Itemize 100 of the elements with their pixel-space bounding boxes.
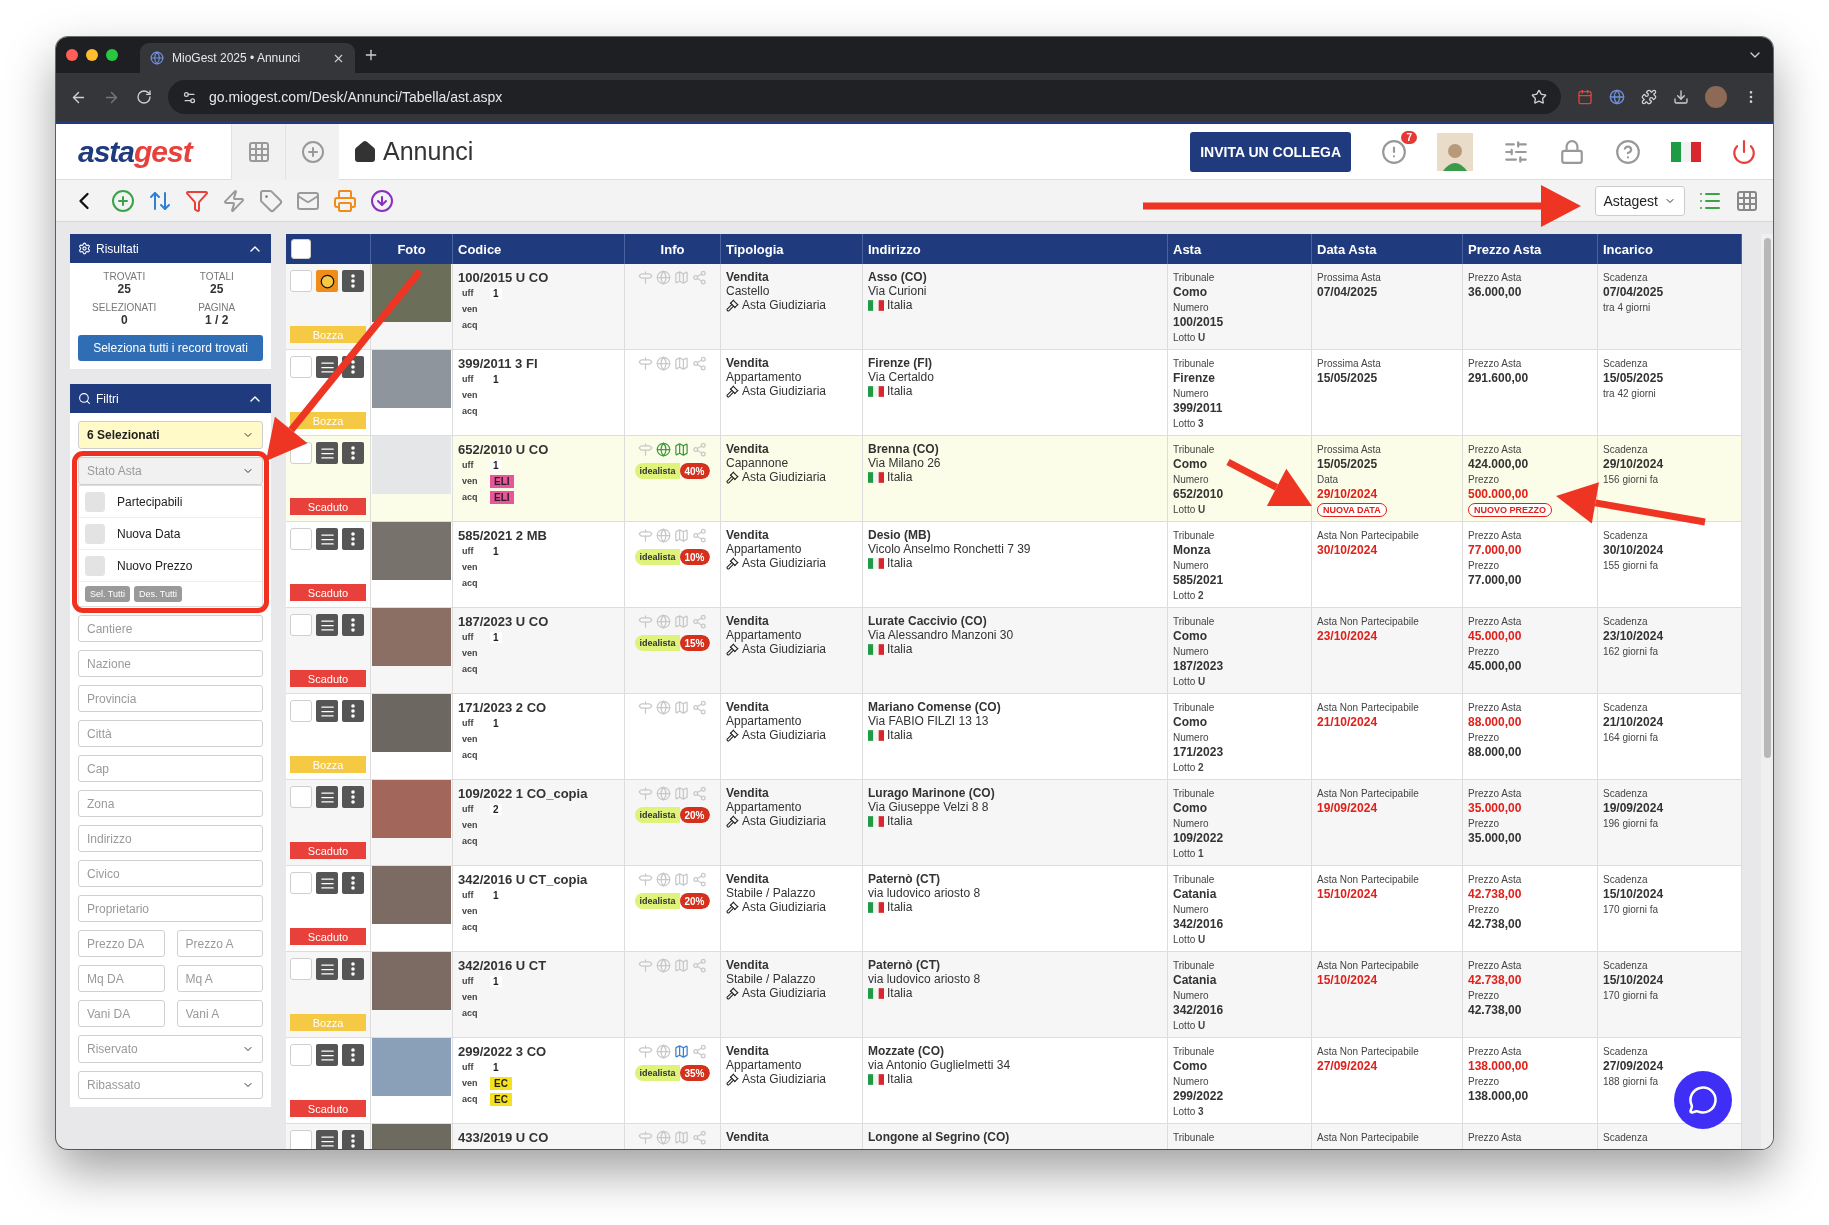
more-button[interactable] [342,872,364,894]
share-icon[interactable] [692,872,707,887]
selection-dropdown[interactable]: 6 Selezionati [78,421,263,449]
bookmark-icon[interactable] [1531,89,1547,105]
sliders-icon[interactable] [1503,138,1529,165]
globe-icon[interactable] [656,872,671,887]
input-field[interactable]: Vani A [176,1000,263,1027]
bolt-icon[interactable] [222,188,246,213]
share-icon[interactable] [692,1130,707,1145]
share-icon[interactable] [692,442,707,457]
share-icon[interactable] [692,614,707,629]
share-icon[interactable] [692,528,707,543]
input-field[interactable]: Provincia [78,685,263,712]
grid-view-icon[interactable] [1735,188,1759,213]
input-field[interactable]: Proprietario [78,895,263,922]
input-field[interactable]: Prezzo DA [78,930,165,957]
signpost-icon[interactable] [638,786,653,801]
minimize-window-button[interactable] [86,49,98,61]
more-button[interactable] [342,1044,364,1066]
checkbox[interactable] [290,356,312,378]
input-field[interactable]: Civico [78,860,263,887]
option-label[interactable]: Partecipabili [117,494,183,509]
input-field[interactable]: Cap [78,755,263,782]
checkbox[interactable] [290,270,312,292]
panel-header[interactable]: Risultati [70,234,271,263]
alert-icon[interactable] [1381,138,1407,165]
checkbox[interactable] [290,958,312,980]
signpost-icon[interactable] [638,872,653,887]
photo-placeholder[interactable] [372,264,451,322]
column-header[interactable]: Indirizzo [868,241,921,257]
more-button[interactable] [342,528,364,550]
table-row[interactable] [286,1038,1742,1124]
checkbox[interactable] [291,239,311,259]
extension-icon[interactable] [1609,89,1625,105]
table-row[interactable] [286,952,1742,1038]
profile-avatar[interactable] [1705,86,1727,108]
apps-button[interactable] [231,123,285,180]
help-icon[interactable] [1615,138,1641,165]
map-icon[interactable] [674,700,689,715]
row-action-button[interactable] [316,1044,338,1066]
more-button[interactable] [342,700,364,722]
input-field[interactable]: Prezzo A [176,930,263,957]
listing-code[interactable]: 433/2019 U CO [458,1130,619,1145]
table-row[interactable] [286,608,1742,694]
checkbox[interactable] [290,1044,312,1066]
select-all-button[interactable]: Seleziona tutti i record trovati [78,335,263,361]
row-action-button[interactable] [316,958,338,980]
column-header[interactable]: Prezzo Asta [1468,241,1542,257]
signpost-icon[interactable] [638,442,653,457]
new-tab-icon[interactable] [363,47,379,63]
table-row[interactable] [286,436,1742,522]
lock-icon[interactable] [1559,138,1585,165]
input-field[interactable]: Mq DA [78,965,165,992]
extension-icon[interactable] [1577,89,1593,105]
column-header[interactable]: Tipologia [726,241,784,257]
tag-icon[interactable] [259,188,283,213]
share-icon[interactable] [692,270,707,285]
globe-icon[interactable] [656,786,671,801]
scrollbar[interactable] [1761,234,1773,1149]
signpost-icon[interactable] [638,1130,653,1145]
column-header[interactable]: Asta [1173,241,1202,257]
column-header[interactable]: Info [660,241,685,257]
address-bar[interactable]: go.miogest.com/Desk/Annunci/Tabella/ast.aspx [168,80,1561,114]
download-icon[interactable] [1673,89,1689,105]
column-header[interactable]: Foto [397,241,426,257]
invite-button[interactable]: INVITA UN COLLEGA [1190,131,1351,172]
signpost-icon[interactable] [638,356,653,371]
globe-icon[interactable] [656,528,671,543]
more-button[interactable] [342,614,364,636]
input-field[interactable]: Vani DA [78,1000,165,1027]
add-button[interactable] [285,123,339,180]
checkbox[interactable] [85,491,105,512]
add-icon[interactable] [111,188,135,213]
signpost-icon[interactable] [638,958,653,973]
table-row[interactable] [286,694,1742,780]
globe-icon[interactable] [656,1044,671,1059]
share-icon[interactable] [692,958,707,973]
checkbox[interactable] [290,614,312,636]
row-action-button[interactable] [316,614,338,636]
close-window-button[interactable] [66,49,78,61]
globe-icon[interactable] [656,958,671,973]
signpost-icon[interactable] [638,700,653,715]
more-button[interactable] [342,958,364,980]
listing-code[interactable]: 585/2021 2 MB [458,528,619,543]
listing-code[interactable]: 652/2010 U CO [458,442,619,457]
table-row[interactable] [286,264,1742,350]
browser-tab[interactable]: MioGest 2025 • Annunci [140,43,355,73]
globe-icon[interactable] [656,270,671,285]
view-select[interactable]: Astagest [1594,185,1685,216]
checkbox[interactable] [85,555,105,576]
input-field[interactable]: Città [78,720,263,747]
listing-code[interactable]: 342/2016 U CT_copia [458,872,619,887]
checkbox[interactable] [290,1130,312,1149]
share-icon[interactable] [692,356,707,371]
more-button[interactable] [342,442,364,464]
table-row[interactable] [286,522,1742,608]
row-action-button[interactable] [316,1130,338,1149]
row-action-button[interactable] [316,786,338,808]
checkbox[interactable] [290,786,312,808]
map-icon[interactable] [674,528,689,543]
